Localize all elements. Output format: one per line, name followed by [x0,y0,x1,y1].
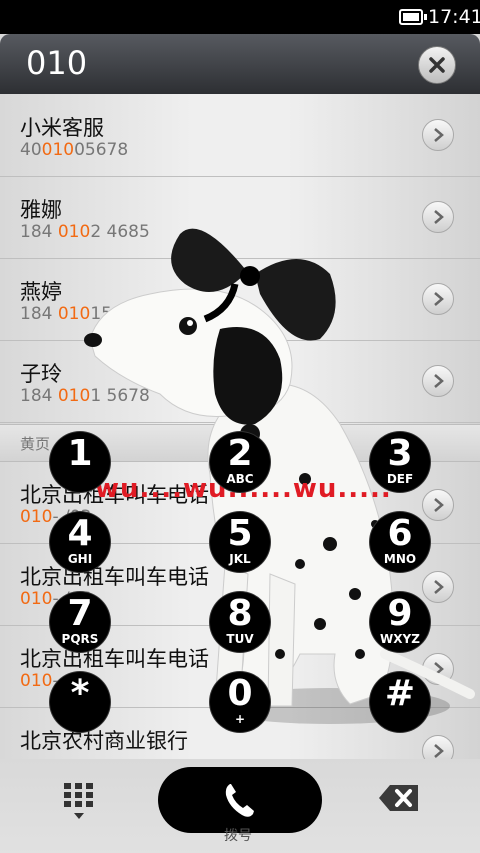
clear-icon [429,57,445,73]
key-8[interactable]: 8 TUV [210,592,270,652]
key-letters: + [234,712,246,726]
key-letters: ABC [226,472,254,486]
key-digit: # [384,673,416,714]
key-7[interactable]: 7 PQRS [50,592,110,652]
chevron-right-icon [434,498,444,512]
contact-number: 184 01015689 [20,304,145,324]
key-2[interactable]: 2 ABC [210,432,270,492]
key-digit: 7 [67,593,93,634]
contact-detail-button[interactable] [422,283,454,315]
chevron-right-icon [434,662,444,676]
listing-detail-button[interactable] [422,735,454,759]
section-title: 黄页 [20,435,51,453]
chevron-right-icon [434,580,444,594]
key-5[interactable]: 5 JKL [210,512,270,572]
contact-row[interactable]: 小米客服 4001005678 [0,94,480,177]
contact-row[interactable]: 燕婷 184 01015689 [0,258,480,341]
backspace-icon[interactable] [378,783,420,813]
phone-icon [225,784,254,817]
bottom-action-bar: 拨号 [0,759,480,853]
dialed-number[interactable]: 010 [26,44,87,82]
search-header: 010 [0,34,480,94]
contact-name: 小米客服 [20,116,104,140]
contact-name: 子玲 [20,362,62,386]
key-6[interactable]: 6 MNO [370,512,430,572]
key-digit: 5 [227,513,253,554]
key-star[interactable]: * [50,672,110,732]
key-digit: 9 [387,593,413,634]
call-button[interactable] [158,767,322,833]
key-letters: MNO [383,552,417,566]
key-0[interactable]: 0 + [210,672,270,732]
contact-detail-button[interactable] [422,201,454,233]
key-letters: JKL [229,552,251,566]
chevron-right-icon [434,374,444,388]
key-letters: PQRS [61,632,99,646]
key-digit: 3 [387,433,413,474]
key-letters: WXYZ [380,632,420,646]
status-bar: 17:41 [0,0,480,34]
contact-number: 184 0102 4685 [20,222,150,242]
battery-tip [424,14,427,20]
status-time: 17:41 [428,6,480,28]
chevron-right-icon [434,744,444,758]
key-digit: 4 [67,513,93,554]
chevron-right-icon [434,210,444,224]
key-digit: 2 [227,433,253,474]
key-digit: * [70,673,90,714]
key-digit: 1 [67,433,93,474]
key-letters: DEF [386,472,414,486]
listing-name: 北京出租车叫车电话 [20,565,209,589]
clear-button[interactable] [418,46,456,84]
contact-row[interactable]: 雅娜 184 0102 4685 [0,176,480,259]
results-list: 小米客服 4001005678 雅娜 184 0102 4685 燕婷 184 … [0,94,480,759]
key-hash[interactable]: # [370,672,430,732]
contact-name: 雅娜 [20,198,62,222]
chevron-right-icon [434,292,444,306]
listing-name: 北京农村商业银行 [20,729,188,753]
key-letters: TUV [226,632,254,646]
contact-detail-button[interactable] [422,365,454,397]
contact-number: 184 0101 5678 [20,386,150,406]
chevron-right-icon [434,128,444,142]
dialpad-icon[interactable] [62,781,96,821]
contact-detail-button[interactable] [422,119,454,151]
key-1[interactable]: 1 [50,432,110,492]
contact-number: 4001005678 [20,140,129,160]
key-9[interactable]: 9 WXYZ [370,592,430,652]
key-3[interactable]: 3 DEF [370,432,430,492]
key-digit: 0 [227,673,253,714]
key-digit: 8 [227,593,253,634]
contact-row[interactable]: 子玲 184 0101 5678 [0,340,480,423]
key-digit: 6 [387,513,413,554]
key-letters: GHI [67,552,93,566]
listing-name: 北京出租车叫车电话 [20,647,209,671]
key-4[interactable]: 4 GHI [50,512,110,572]
call-label: 拨号 [224,828,252,844]
contact-name: 燕婷 [20,280,62,304]
battery-icon [399,9,423,25]
